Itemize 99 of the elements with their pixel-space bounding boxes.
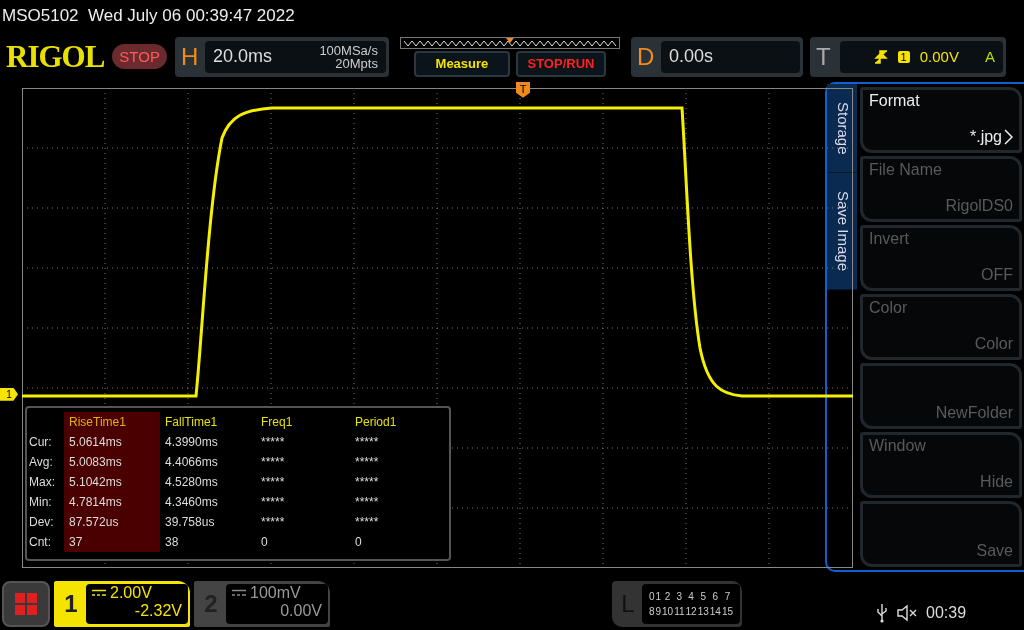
measurement-value: ***** <box>354 473 380 491</box>
measurement-value: ***** <box>260 513 286 531</box>
softkey-value: Save <box>976 541 1013 560</box>
measurement-value: 39.758us <box>164 513 216 531</box>
header-title: MSO5102 Wed July 06 00:39:47 2022 <box>1 5 295 27</box>
sample-rate: 100MSa/s <box>319 43 378 57</box>
softkey-value: NewFolder <box>935 403 1013 422</box>
softkey-value: RigolDS0 <box>945 196 1013 215</box>
side-tab[interactable]: Save Image <box>827 173 857 291</box>
measurement-value: ***** <box>354 453 380 471</box>
delay-value: 0.00s <box>668 46 713 68</box>
delay-key: D <box>636 42 661 71</box>
channel-level-marker[interactable]: 1 <box>0 387 18 401</box>
row-label: Cur: <box>28 433 53 451</box>
measurement-value: 38 <box>164 533 180 551</box>
logic-channel-number: 0 <box>648 591 655 603</box>
logic-channel-number: 3 <box>675 591 684 603</box>
trigger-source-badge: 1 <box>897 50 910 63</box>
vertical-scale: 100mV <box>250 584 301 603</box>
softkey-label: File Name <box>869 160 942 179</box>
logic-channel-number: 12 <box>685 606 697 618</box>
softkey-label: Format <box>869 91 920 110</box>
logic-channel-number: 9 <box>655 606 662 618</box>
run-state-badge: STOP <box>112 44 167 70</box>
vertical-offset: 0.00V <box>280 602 322 621</box>
timebase-value: 20.0ms <box>212 46 272 68</box>
measurement-value: 5.0614ms <box>64 431 160 452</box>
trigger-position-marker[interactable]: T <box>516 81 530 98</box>
logic-channel-number: 8 <box>648 606 655 618</box>
measurement-value: ***** <box>354 513 380 531</box>
logic-channel-number: 13 <box>697 606 709 618</box>
logic-channel-number: 4 <box>687 591 695 603</box>
measurement-value: ***** <box>354 433 380 451</box>
grid-icon <box>15 593 37 616</box>
row-label: Avg: <box>28 453 54 471</box>
measurement-value: 4.4066ms <box>164 453 219 471</box>
usb-icon <box>876 603 888 624</box>
measurement-value: 5.1042ms <box>64 471 160 492</box>
row-label: Min: <box>28 493 53 511</box>
softkey-value: Color <box>974 334 1013 353</box>
logic-channel-number: 6 <box>711 591 720 603</box>
app-menu-button[interactable] <box>2 581 50 628</box>
measurement-value: ***** <box>260 433 286 451</box>
vertical-scale: 2.00V <box>110 584 152 603</box>
measurement-value: ***** <box>260 473 286 491</box>
logic-channel-number: 14 <box>709 606 721 618</box>
measurement-value: ***** <box>260 453 286 471</box>
logic-channel-number: 10 <box>662 606 674 618</box>
channel-number: 1 <box>63 590 79 619</box>
column-header[interactable]: FallTime1 <box>160 411 256 432</box>
measurement-value: 4.7814ms <box>64 491 160 512</box>
trigger-panel[interactable]: T 1 0.00V A <box>809 36 1006 77</box>
logic-channel-number: 1 <box>655 591 662 603</box>
dc-coupling-icon <box>92 589 106 598</box>
row-label: Cnt: <box>28 533 52 551</box>
trigger-mode: A <box>984 48 995 66</box>
brand-logo: RIGOL <box>6 38 105 75</box>
menu-softkey[interactable]: Format *.jpg <box>860 86 1022 153</box>
channel-panel[interactable]: 1 2.00V -2.32V <box>54 581 190 628</box>
trigger-level: 0.00V <box>919 48 959 66</box>
logic-channel-number: 7 <box>723 591 732 603</box>
softkey-value: *.jpg <box>969 127 1002 146</box>
logic-channel-number: 2 <box>663 591 672 603</box>
measurement-value: 4.5280ms <box>164 473 219 491</box>
measurement-value: 0 <box>260 533 269 551</box>
horizontal-key: H <box>180 42 205 71</box>
trigger-key: T <box>815 42 840 71</box>
clock-time: 00:39 <box>926 604 967 623</box>
dc-coupling-icon <box>232 589 246 598</box>
memory-depth: 20Mpts <box>335 56 378 70</box>
row-label: Max: <box>28 473 56 491</box>
row-label: Dev: <box>28 513 55 531</box>
vertical-offset: -2.32V <box>134 602 182 621</box>
measurement-value: 87.572us <box>64 511 160 532</box>
delay-panel[interactable]: D 0.00s <box>630 36 803 77</box>
logic-channel-number: 5 <box>699 591 708 603</box>
measurement-value: ***** <box>260 493 286 511</box>
column-header[interactable]: Period1 <box>350 411 440 432</box>
softkey-value: Hide <box>980 472 1013 491</box>
side-tab[interactable]: Storage <box>827 83 857 174</box>
measure-button[interactable]: Measure <box>413 50 510 77</box>
measurement-value: 5.0083ms <box>64 451 160 472</box>
softkey-value: OFF <box>981 265 1013 284</box>
horizontal-panel[interactable]: H 20.0ms 100MSa/s 20Mpts <box>174 36 389 77</box>
stop-run-button[interactable]: STOP/RUN <box>515 50 606 77</box>
softkey-label: Window <box>869 436 926 455</box>
column-header[interactable]: Freq1 <box>256 411 350 432</box>
speaker-muted-icon <box>896 604 918 623</box>
measurement-value: ***** <box>354 493 380 511</box>
measurement-value: 37 <box>64 531 160 552</box>
logic-channel-number: 15 <box>721 606 734 618</box>
chevron-right-icon <box>1004 128 1013 145</box>
column-header[interactable]: RiseTime1 <box>64 411 160 432</box>
measurement-value: 4.3460ms <box>164 493 219 511</box>
softkey-label: Invert <box>869 229 909 248</box>
measurement-value: 0 <box>354 533 363 551</box>
logic-channel-number: 11 <box>674 606 685 618</box>
measurement-value: 4.3990ms <box>164 433 219 451</box>
softkey-label: Color <box>869 298 908 317</box>
